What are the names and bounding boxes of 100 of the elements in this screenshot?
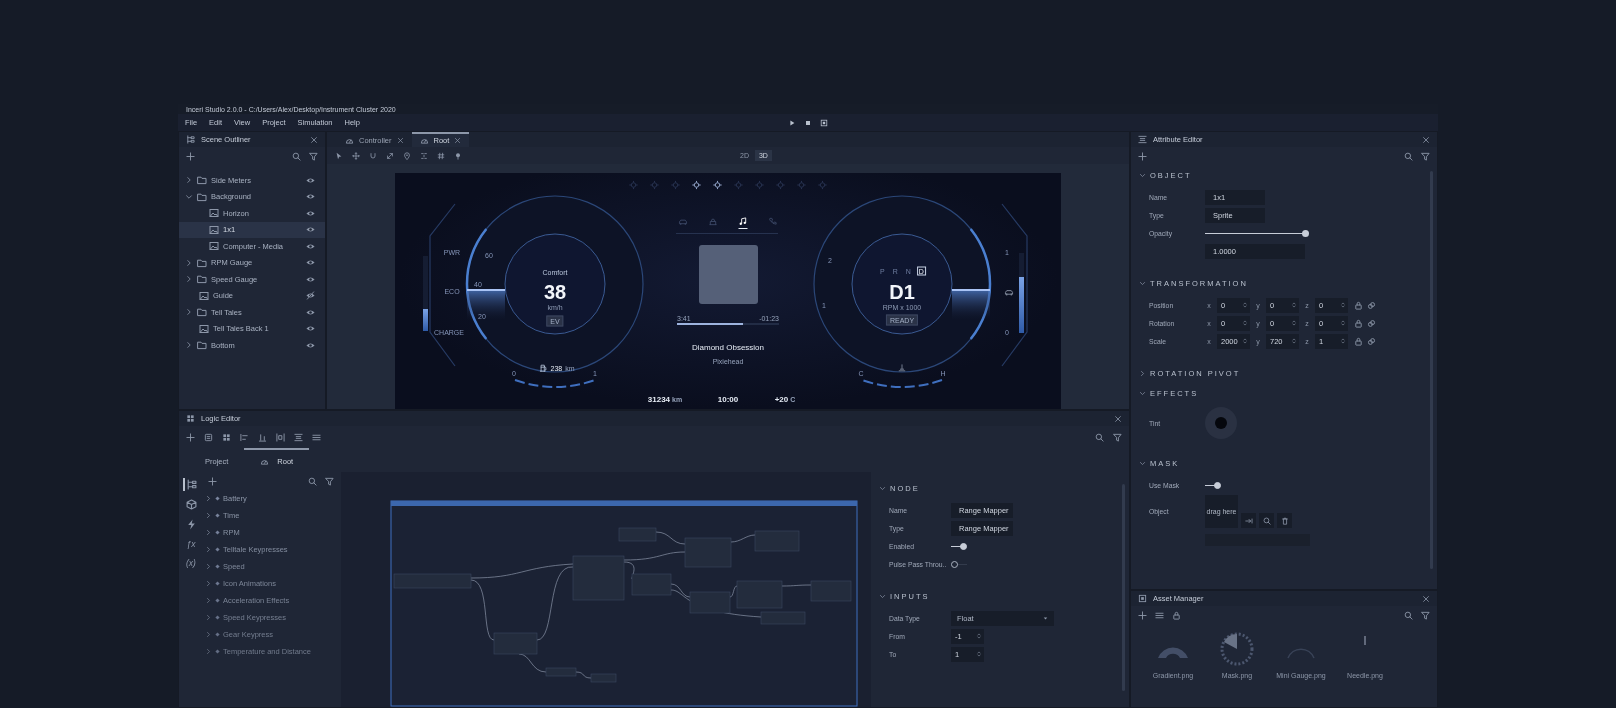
- search-icon[interactable]: [292, 151, 301, 161]
- graph-node[interactable]: [810, 580, 852, 602]
- eye-icon[interactable]: [306, 274, 315, 284]
- add-icon[interactable]: [1138, 151, 1147, 161]
- frame-icon[interactable]: [204, 432, 213, 442]
- filter-icon[interactable]: [1421, 151, 1430, 161]
- close-icon[interactable]: [396, 137, 404, 144]
- list-icon[interactable]: [312, 432, 321, 442]
- chevron-down-icon[interactable]: [1139, 459, 1146, 467]
- search-icon[interactable]: [1404, 610, 1413, 620]
- graph-node[interactable]: [493, 632, 538, 655]
- graph-node[interactable]: [684, 537, 732, 568]
- chevron-right-icon[interactable]: [205, 597, 212, 604]
- chevron-right-icon[interactable]: [205, 563, 212, 570]
- graph-node[interactable]: [618, 527, 657, 542]
- eye-icon[interactable]: [306, 340, 315, 350]
- lock-icon[interactable]: [1354, 318, 1363, 328]
- screen-icon[interactable]: [820, 118, 828, 127]
- close-icon[interactable]: [1422, 135, 1430, 144]
- node-group-header[interactable]: [391, 501, 857, 506]
- close-icon[interactable]: [454, 137, 462, 144]
- chevron-right-icon[interactable]: [205, 529, 212, 536]
- eye-icon[interactable]: [306, 307, 315, 317]
- chevron-right-icon[interactable]: [205, 495, 212, 502]
- eye-icon[interactable]: [306, 258, 315, 268]
- search-icon[interactable]: [1404, 151, 1413, 161]
- graph-node[interactable]: [572, 555, 625, 601]
- chevron-right-icon[interactable]: [205, 631, 212, 638]
- chevron-down-icon[interactable]: [879, 592, 886, 600]
- chevron-down-icon[interactable]: [879, 484, 886, 492]
- chevron-down-icon[interactable]: [1139, 279, 1146, 287]
- delete-button[interactable]: [1277, 513, 1292, 528]
- close-icon[interactable]: [310, 135, 318, 144]
- stack-icon[interactable]: [294, 432, 303, 442]
- category-tab[interactable]: (x): [183, 557, 197, 569]
- chevron-right-icon[interactable]: [205, 546, 212, 553]
- chevron-right-icon[interactable]: [205, 512, 212, 519]
- add-icon[interactable]: [208, 476, 217, 486]
- lock-icon[interactable]: [1172, 610, 1181, 620]
- close-icon[interactable]: [1422, 594, 1430, 603]
- category-tab[interactable]: ƒx: [183, 538, 197, 550]
- eye-icon[interactable]: [306, 192, 315, 202]
- category-tab[interactable]: [182, 478, 198, 491]
- lock-icon[interactable]: [1354, 336, 1363, 346]
- search-button[interactable]: [1259, 513, 1274, 528]
- chevron-down-icon[interactable]: [185, 192, 193, 201]
- add-icon[interactable]: [1138, 610, 1147, 620]
- eye-icon[interactable]: [306, 241, 315, 251]
- filter-icon[interactable]: [325, 476, 334, 486]
- grid-icon[interactable]: [222, 432, 231, 442]
- resize-icon[interactable]: [386, 151, 394, 160]
- chevron-right-icon[interactable]: [185, 176, 193, 185]
- chevron-right-icon[interactable]: [185, 258, 193, 267]
- chevron-right-icon[interactable]: [1139, 369, 1146, 377]
- mask-thumbnail[interactable]: [1220, 632, 1254, 666]
- filter-icon[interactable]: [309, 151, 318, 161]
- graph-node[interactable]: [760, 611, 806, 625]
- chevron-right-icon[interactable]: [205, 648, 212, 655]
- chevron-right-icon[interactable]: [205, 614, 212, 621]
- search-icon[interactable]: [308, 476, 317, 486]
- eye-icon[interactable]: [306, 208, 315, 218]
- graph-node[interactable]: [754, 530, 800, 552]
- eye-icon[interactable]: [306, 175, 315, 185]
- list-icon[interactable]: [1155, 610, 1164, 620]
- chevron-down-icon[interactable]: [1139, 171, 1146, 179]
- add-icon[interactable]: [186, 151, 195, 161]
- play-icon[interactable]: [788, 118, 796, 127]
- chevron-right-icon[interactable]: [185, 275, 193, 284]
- align-left-icon[interactable]: [240, 432, 249, 442]
- align-bottom-icon[interactable]: [258, 432, 267, 442]
- music-note-icon[interactable]: [738, 217, 748, 229]
- cursor-icon[interactable]: [335, 151, 343, 160]
- close-icon[interactable]: [1114, 414, 1122, 423]
- chevron-right-icon[interactable]: [205, 580, 212, 587]
- graph-node[interactable]: [393, 573, 472, 589]
- eye-icon[interactable]: [306, 225, 315, 235]
- graph-node[interactable]: [590, 673, 617, 683]
- eye-icon[interactable]: [306, 324, 315, 334]
- lock-icon[interactable]: [1354, 300, 1363, 310]
- graph-node[interactable]: [689, 591, 731, 614]
- chevron-right-icon[interactable]: [185, 341, 193, 350]
- move-icon[interactable]: [352, 151, 360, 160]
- chevron-down-icon[interactable]: [1139, 389, 1146, 397]
- chevron-right-icon[interactable]: [185, 308, 193, 317]
- filter-icon[interactable]: [1421, 610, 1430, 620]
- eye-slash-icon[interactable]: [306, 291, 315, 301]
- graph-node[interactable]: [631, 573, 672, 596]
- grid-icon[interactable]: [437, 151, 445, 160]
- distribute-icon[interactable]: [276, 432, 285, 442]
- magnet-icon[interactable]: [369, 151, 377, 160]
- search-icon[interactable]: [1095, 432, 1104, 442]
- assign-button[interactable]: [1241, 513, 1256, 528]
- add-icon[interactable]: [186, 432, 195, 442]
- graph-node[interactable]: [545, 667, 577, 677]
- filter-icon[interactable]: [1113, 432, 1122, 442]
- gauge-icon: [419, 136, 429, 145]
- graph-node[interactable]: [736, 580, 783, 609]
- bulb-icon[interactable]: [454, 151, 462, 160]
- pin-icon[interactable]: [403, 151, 411, 160]
- color-picker[interactable]: [1205, 407, 1237, 439]
